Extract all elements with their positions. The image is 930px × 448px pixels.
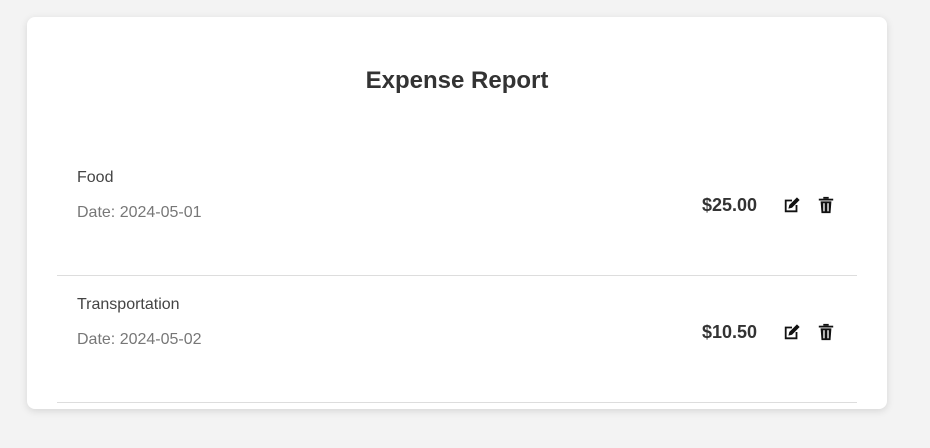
delete-button[interactable] [815, 194, 837, 216]
edit-button[interactable] [781, 194, 803, 216]
expense-amount: $25.00 [701, 194, 757, 215]
edit-icon [784, 197, 800, 213]
expense-amount: $10.50 [701, 321, 757, 342]
edit-button[interactable] [781, 321, 803, 343]
edit-icon [784, 324, 800, 340]
expense-report-card: Expense Report Food Date: 2024-05-01 $25… [27, 17, 887, 409]
expense-name: Transportation [77, 296, 180, 313]
expense-row: Transportation Date: 2024-05-02 $10.50 [57, 276, 857, 403]
expense-actions: $25.00 [702, 195, 837, 215]
expense-date: Date: 2024-05-02 [77, 331, 202, 348]
expense-row: Food Date: 2024-05-01 $25.00 [57, 152, 857, 276]
expense-details: Transportation Date: 2024-05-02 [77, 276, 202, 349]
expense-list: Food Date: 2024-05-01 $25.00 Transportat… [57, 152, 857, 403]
expense-actions: $10.50 [702, 322, 837, 342]
delete-button[interactable] [815, 321, 837, 343]
expense-date: Date: 2024-05-01 [77, 204, 202, 221]
expense-name: Food [77, 169, 114, 186]
trash-icon [818, 323, 834, 341]
trash-icon [818, 196, 834, 214]
page-title: Expense Report [365, 67, 549, 94]
expense-details: Food Date: 2024-05-01 [77, 152, 202, 222]
